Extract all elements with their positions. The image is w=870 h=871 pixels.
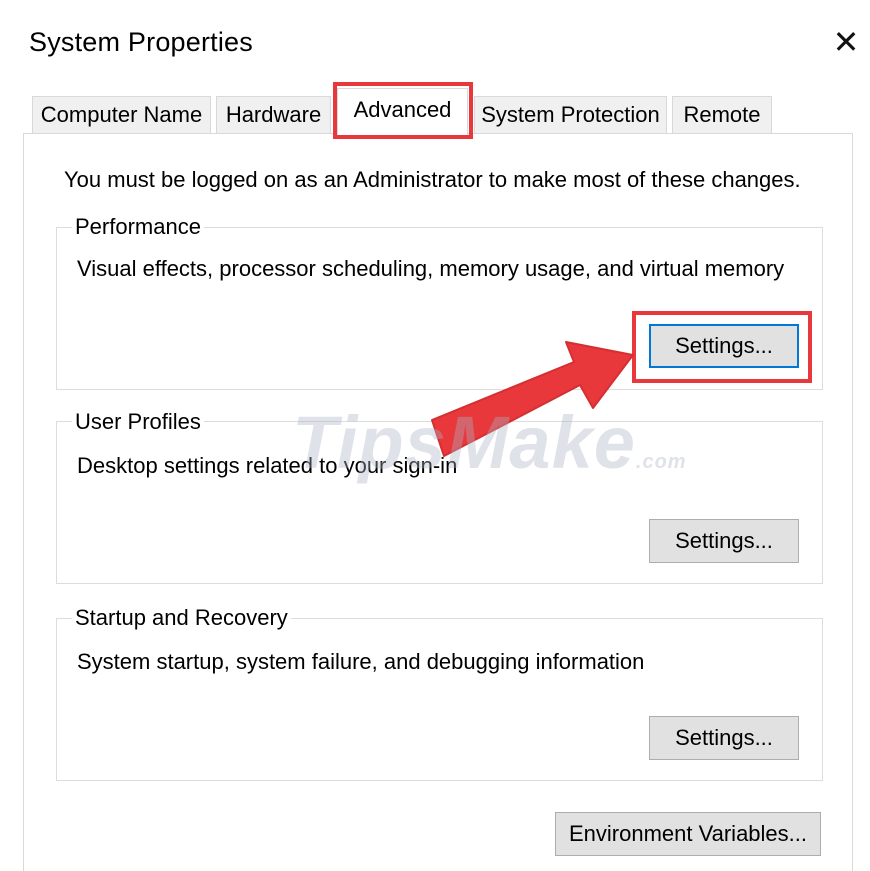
watermark-logo: TipsMake.com — [292, 401, 687, 484]
system-properties-window: System Properties ✕ Computer Name Hardwa… — [0, 0, 870, 871]
